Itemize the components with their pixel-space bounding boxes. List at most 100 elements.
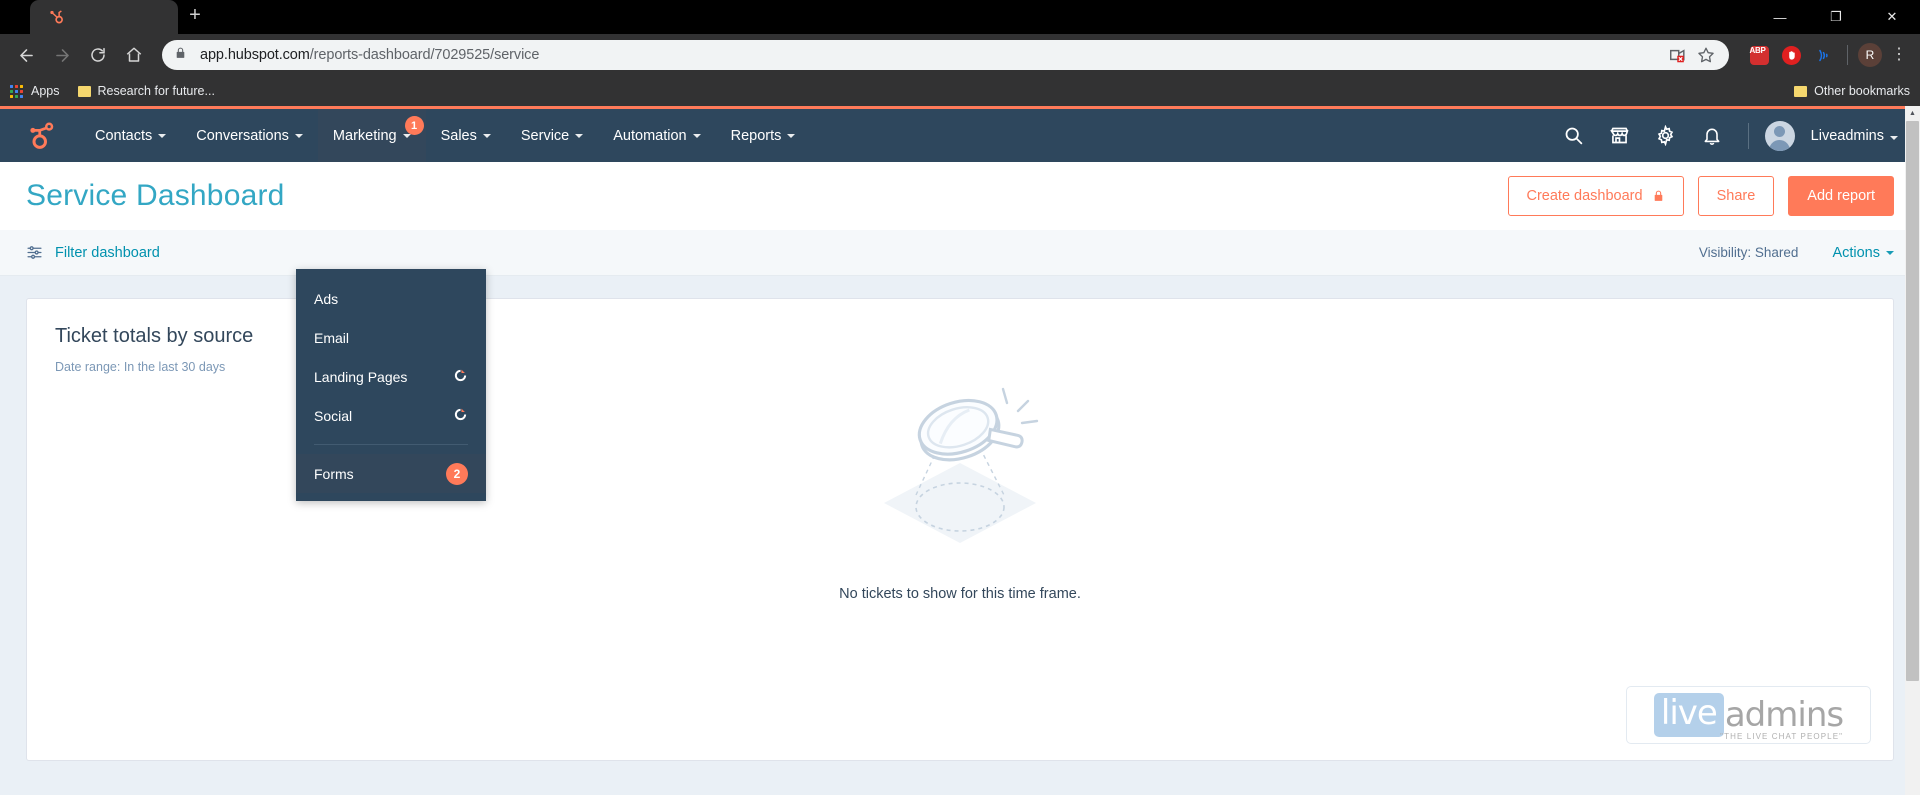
profile-avatar[interactable]: R bbox=[1858, 43, 1882, 67]
logo-live-text: live bbox=[1653, 693, 1724, 737]
dropdown-label: Ads bbox=[314, 290, 339, 307]
liveadmins-logo: live admins "THE LIVE CHAT PEOPLE" bbox=[1626, 686, 1871, 744]
forward-icon[interactable] bbox=[44, 37, 80, 73]
dashboard-board: Ticket totals by source Date range: In t… bbox=[0, 276, 1920, 795]
logo-admins-text: admins "THE LIVE CHAT PEOPLE" bbox=[1720, 698, 1844, 741]
filter-bar: Filter dashboard Visibility: Shared Acti… bbox=[0, 230, 1920, 276]
nav-label: Marketing bbox=[332, 127, 397, 144]
dropdown-item-ads[interactable]: Ads bbox=[296, 279, 486, 318]
filter-bar-right: Visibility: Shared Actions bbox=[1699, 245, 1894, 261]
dropdown-item-landing-pages[interactable]: Landing Pages bbox=[296, 357, 486, 396]
nav-item-automation[interactable]: Automation bbox=[598, 109, 715, 162]
visibility-label: Visibility: bbox=[1698, 245, 1752, 260]
account-name: Liveadmins bbox=[1810, 127, 1884, 144]
create-dashboard-label: Create dashboard bbox=[1526, 188, 1643, 204]
extension-icons: ABP R ⋮ bbox=[1739, 41, 1912, 69]
apps-shortcut[interactable]: Apps bbox=[10, 84, 60, 98]
nav-label: Sales bbox=[440, 127, 477, 144]
dropdown-item-forms[interactable]: Forms 2 bbox=[296, 454, 486, 493]
logo-tagline: "THE LIVE CHAT PEOPLE" bbox=[1720, 732, 1844, 741]
url-path: /reports-dashboard/7029525/service bbox=[309, 47, 540, 63]
dropdown-item-email[interactable]: Email bbox=[296, 318, 486, 357]
header-actions: Create dashboard Share Add report bbox=[1507, 176, 1894, 216]
date-range-value: In the last 30 days bbox=[123, 360, 226, 374]
camera-blocked-icon[interactable] bbox=[1667, 44, 1689, 66]
nav-item-reports[interactable]: Reports bbox=[716, 109, 811, 162]
search-icon[interactable] bbox=[1554, 116, 1594, 156]
dropdown-item-social[interactable]: Social bbox=[296, 396, 486, 435]
nav-label: Automation bbox=[613, 127, 687, 144]
apps-grid-icon bbox=[10, 84, 23, 98]
page-header: Service Dashboard Create dashboard Share… bbox=[0, 162, 1920, 230]
home-icon[interactable] bbox=[116, 37, 152, 73]
adblock-plus-icon[interactable]: ABP bbox=[1745, 41, 1773, 69]
filter-dashboard-label: Filter dashboard bbox=[55, 244, 160, 261]
marketing-dropdown-menu: Ads Email Landing Pages Social Forms 2 bbox=[296, 269, 486, 501]
add-report-button[interactable]: Add report bbox=[1788, 176, 1894, 216]
page-scrollbar[interactable]: ▲ bbox=[1905, 106, 1920, 795]
minimize-button[interactable]: — bbox=[1752, 0, 1808, 34]
chevron-down-icon bbox=[692, 133, 701, 138]
lock-icon bbox=[174, 46, 188, 65]
other-bookmarks-label: Other bookmarks bbox=[1814, 84, 1910, 98]
chevron-down-icon bbox=[158, 133, 167, 138]
hubspot-sprocket-icon bbox=[46, 8, 64, 26]
nav-label: Reports bbox=[730, 127, 782, 144]
gear-icon[interactable] bbox=[1646, 116, 1686, 156]
close-button[interactable]: ✕ bbox=[1864, 0, 1920, 34]
signal-icon[interactable] bbox=[1809, 41, 1837, 69]
scroll-thumb[interactable] bbox=[1906, 121, 1919, 681]
visibility-status: Visibility: Shared bbox=[1699, 245, 1799, 260]
chevron-down-icon bbox=[787, 133, 796, 138]
bookmark-item[interactable]: Research for future... bbox=[77, 84, 215, 98]
chevron-down-icon bbox=[575, 133, 584, 138]
kebab-menu-icon[interactable]: ⋮ bbox=[1886, 47, 1912, 63]
chevron-down-icon bbox=[294, 133, 303, 138]
address-bar[interactable]: app.hubspot.com/reports-dashboard/702952… bbox=[162, 40, 1729, 70]
sprocket-upgrade-icon bbox=[453, 368, 468, 386]
url-text: app.hubspot.com/reports-dashboard/702952… bbox=[200, 47, 1661, 63]
marketplace-icon[interactable] bbox=[1600, 116, 1640, 156]
browser-window: + — ❐ ✕ app.hubspot.com/reports-dashboar… bbox=[0, 0, 1920, 795]
nav-item-sales[interactable]: Sales bbox=[426, 109, 506, 162]
adblock-plus-label: ABP bbox=[1749, 45, 1766, 55]
bell-icon[interactable] bbox=[1692, 116, 1732, 156]
actions-label: Actions bbox=[1832, 244, 1880, 261]
back-icon[interactable] bbox=[8, 37, 44, 73]
nav-label: Conversations bbox=[196, 127, 289, 144]
bookmarks-bar: Apps Research for future... Other bookma… bbox=[0, 76, 1920, 106]
browser-toolbar: app.hubspot.com/reports-dashboard/702952… bbox=[0, 34, 1920, 76]
chevron-down-icon bbox=[1890, 135, 1898, 140]
hubspot-logo-icon[interactable] bbox=[26, 121, 56, 151]
avatar[interactable] bbox=[1764, 120, 1795, 151]
dropdown-badge-forms: 2 bbox=[446, 462, 468, 485]
nav-item-conversations[interactable]: Conversations bbox=[181, 109, 318, 162]
browser-tab-hubspot[interactable] bbox=[30, 0, 178, 34]
dropdown-label: Social bbox=[314, 407, 353, 424]
reload-icon[interactable] bbox=[80, 37, 116, 73]
window-controls: — ❐ ✕ bbox=[1752, 0, 1920, 34]
visibility-value: Shared bbox=[1754, 245, 1799, 260]
star-icon[interactable] bbox=[1695, 44, 1717, 66]
share-button[interactable]: Share bbox=[1697, 176, 1775, 216]
lock-icon bbox=[1652, 189, 1665, 203]
nav-label: Contacts bbox=[95, 127, 153, 144]
chevron-down-icon bbox=[1886, 250, 1894, 255]
other-bookmarks-button[interactable]: Other bookmarks bbox=[1794, 84, 1910, 98]
nav-item-marketing[interactable]: Marketing 1 bbox=[317, 109, 426, 162]
toolbar-divider bbox=[1847, 45, 1848, 65]
empty-state-text: No tickets to show for this time frame. bbox=[839, 586, 1081, 602]
maximize-button[interactable]: ❐ bbox=[1808, 0, 1864, 34]
scroll-up-arrow[interactable]: ▲ bbox=[1905, 106, 1920, 121]
create-dashboard-button[interactable]: Create dashboard bbox=[1507, 176, 1684, 216]
nav-item-contacts[interactable]: Contacts bbox=[80, 109, 181, 162]
filter-dashboard-button[interactable]: Filter dashboard bbox=[26, 244, 160, 261]
nav-item-service[interactable]: Service bbox=[506, 109, 598, 162]
actions-menu-button[interactable]: Actions bbox=[1832, 245, 1894, 261]
account-menu[interactable]: Liveadmins bbox=[1811, 128, 1898, 144]
magnifying-glass-empty-icon bbox=[868, 385, 1053, 560]
blocker-stop-icon[interactable] bbox=[1777, 41, 1805, 69]
navbar-divider bbox=[1747, 122, 1749, 149]
browser-titlebar: + — ❐ ✕ bbox=[0, 0, 1920, 34]
new-tab-button[interactable]: + bbox=[178, 0, 212, 32]
